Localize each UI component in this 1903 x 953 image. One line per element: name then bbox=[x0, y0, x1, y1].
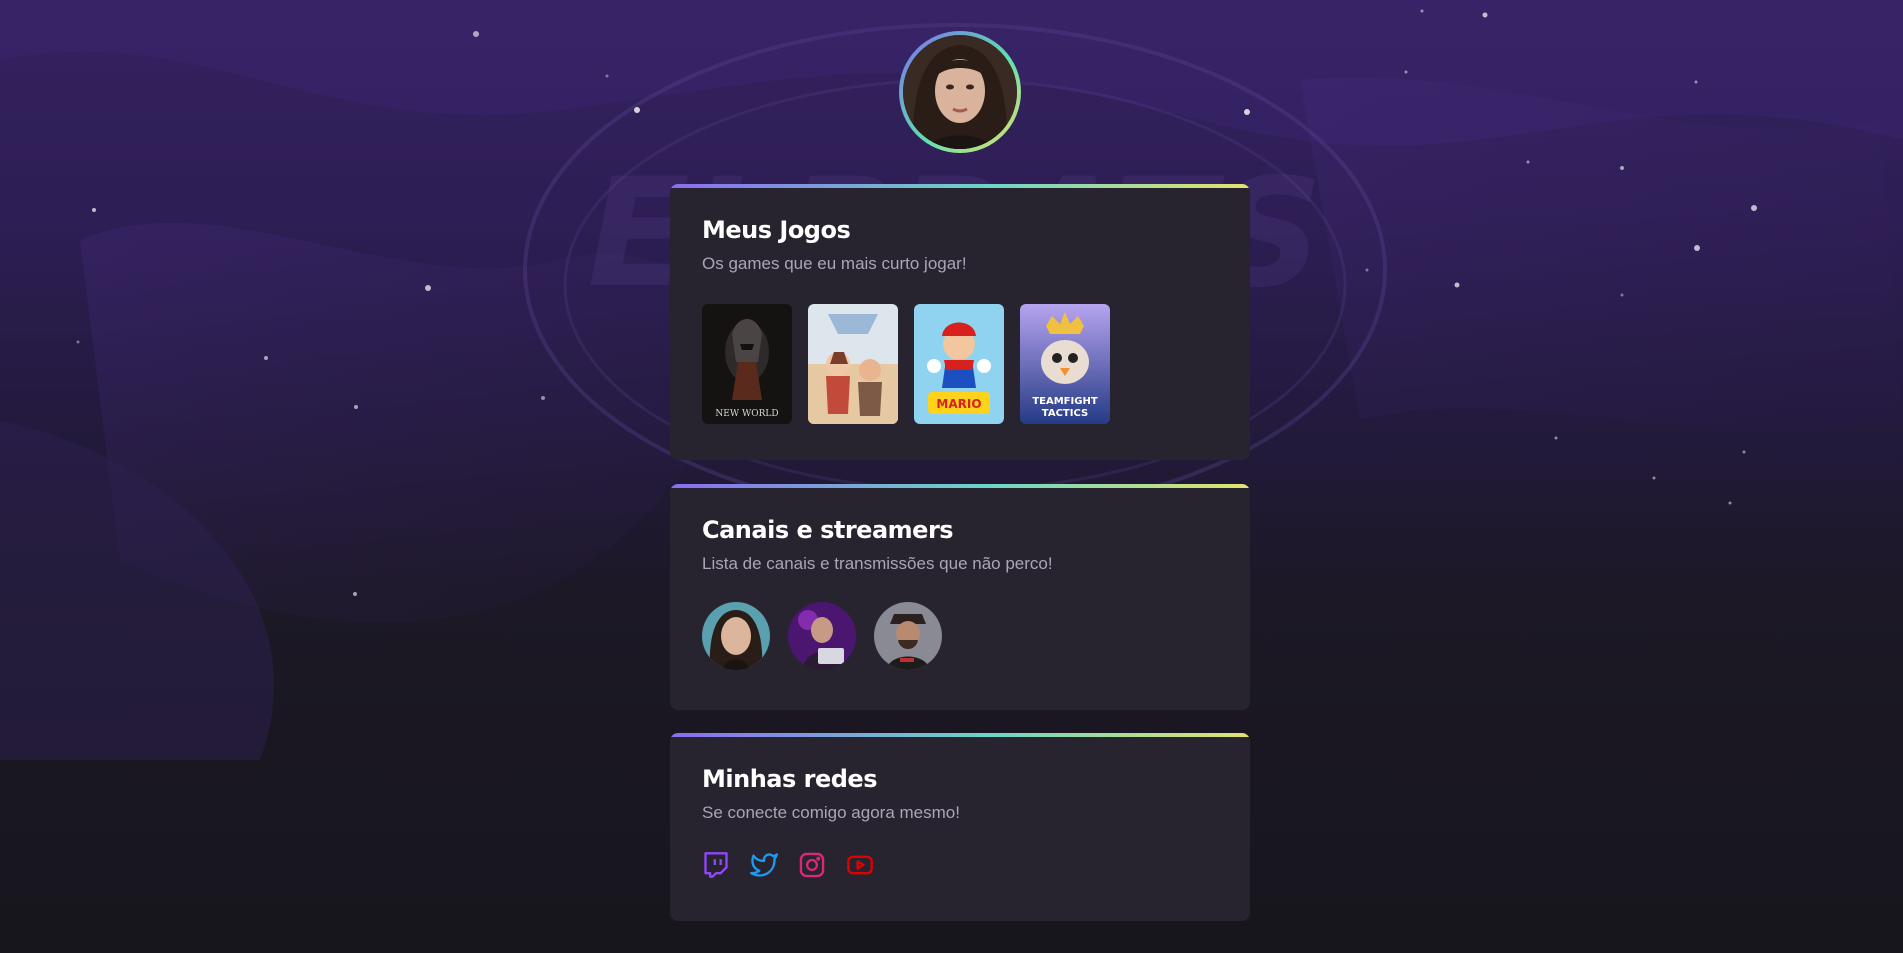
youtube-icon[interactable] bbox=[846, 851, 874, 879]
games-card-title: Meus Jogos bbox=[702, 216, 851, 244]
games-card: Meus Jogos Os games que eu mais curto jo… bbox=[670, 184, 1250, 460]
channels-card-title: Canais e streamers bbox=[702, 516, 954, 544]
profile-avatar bbox=[899, 31, 1021, 153]
instagram-icon[interactable] bbox=[798, 851, 826, 879]
svg-text:TEAMFIGHT: TEAMFIGHT bbox=[1032, 396, 1097, 407]
profile-photo bbox=[903, 35, 1017, 149]
new-world-cover[interactable]: NEW WORLD bbox=[702, 304, 792, 424]
socials-card-subtitle: Se conecte comigo agora mesmo! bbox=[702, 803, 960, 822]
streamer-avatar-1[interactable] bbox=[702, 602, 770, 670]
twitch-icon[interactable] bbox=[702, 851, 730, 879]
games-card-subtitle: Os games que eu mais curto jogar! bbox=[702, 254, 967, 273]
channels-card: Canais e streamers Lista de canais e tra… bbox=[670, 484, 1250, 710]
socials-card: Minhas redes Se conecte comigo agora mes… bbox=[670, 733, 1250, 921]
twitter-icon[interactable] bbox=[750, 851, 778, 879]
socials-list bbox=[702, 851, 1218, 879]
streamer-avatar-3[interactable] bbox=[874, 602, 942, 670]
teamfight-tactics-cover[interactable]: TEAMFIGHT TACTICS bbox=[1020, 304, 1110, 424]
socials-card-title: Minhas redes bbox=[702, 765, 877, 793]
ragnarok-cover[interactable] bbox=[808, 304, 898, 424]
games-list: NEW WORLD MARIO TEAMFIGHT TACTICS bbox=[702, 304, 1218, 424]
svg-text:NEW WORLD: NEW WORLD bbox=[715, 409, 778, 419]
streamer-avatar-2[interactable] bbox=[788, 602, 856, 670]
svg-text:MARIO: MARIO bbox=[936, 397, 981, 411]
super-mario-64-cover[interactable]: MARIO bbox=[914, 304, 1004, 424]
channels-card-subtitle: Lista de canais e transmissões que não p… bbox=[702, 554, 1053, 573]
channels-list bbox=[702, 602, 1218, 670]
svg-text:TACTICS: TACTICS bbox=[1042, 408, 1088, 419]
